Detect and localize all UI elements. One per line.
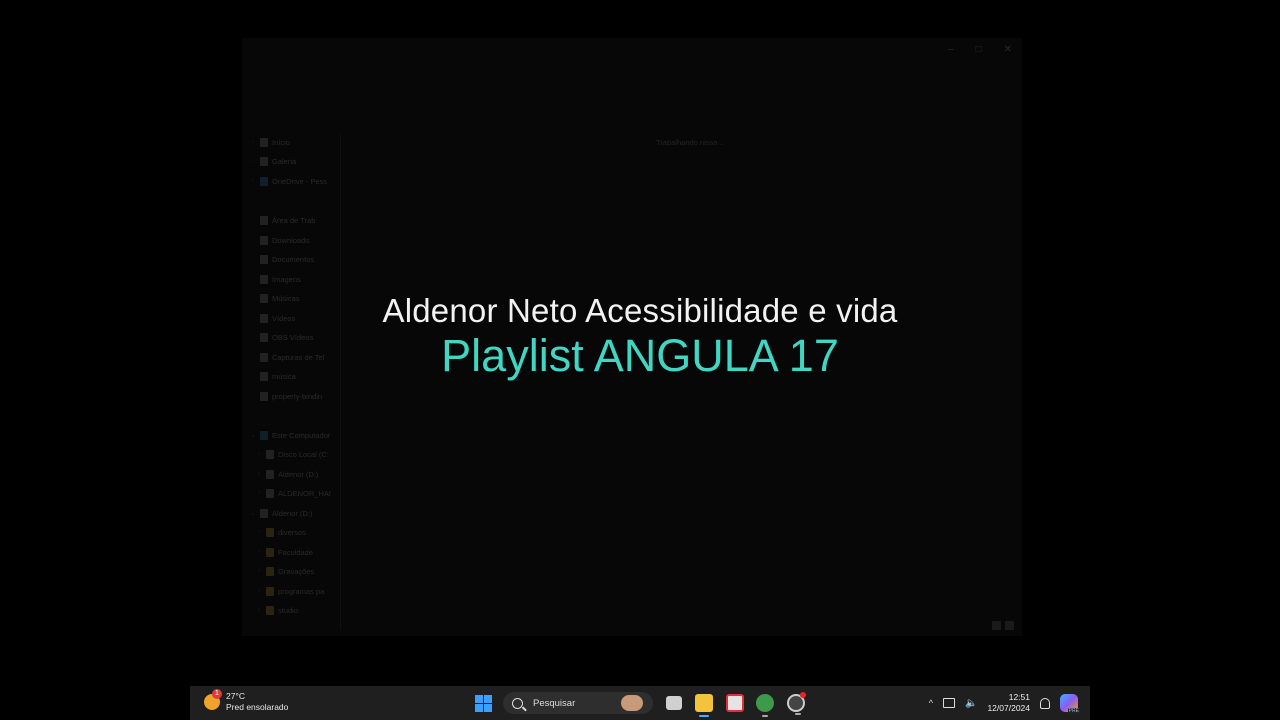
taskbar: 1 27°C Pred ensolarado Pesquisar ^ 🔈 12:… <box>190 686 1090 720</box>
download-icon <box>260 235 268 245</box>
document-app-icon[interactable] <box>726 694 744 712</box>
clock-time: 12:51 <box>1008 692 1030 702</box>
notification-badge: 1 <box>212 689 222 699</box>
weather-desc: Pred ensolarado <box>226 702 289 712</box>
window-controls: – □ ✕ <box>948 44 1012 55</box>
navigation-pane: › Início › Galeria › OneDrive - Pess Área d… <box>250 134 341 630</box>
maximize-button[interactable]: □ <box>976 44 982 55</box>
folder-icon <box>266 547 274 557</box>
nav-item-programas[interactable]: › programas pa <box>256 583 344 599</box>
desktop-icon <box>260 215 268 225</box>
folder-icon <box>266 527 274 537</box>
recording-dot-icon <box>800 692 806 698</box>
nav-item-downloads[interactable]: Downloads <box>250 232 338 248</box>
folder-icon <box>260 391 268 401</box>
search-placeholder: Pesquisar <box>533 697 576 709</box>
task-view-icon[interactable] <box>666 696 682 710</box>
folder-icon <box>266 566 274 576</box>
search-highlight-icon <box>621 695 643 711</box>
search-box[interactable]: Pesquisar <box>503 692 653 714</box>
nav-item-gravacoes[interactable]: › Gravações <box>256 563 344 579</box>
nav-item-faculdade[interactable]: › Faculdade <box>256 544 344 560</box>
clock-date: 12/07/2024 <box>987 703 1030 713</box>
cloud-icon <box>260 176 268 186</box>
chevron-up-icon[interactable]: ^ <box>929 698 933 708</box>
notification-bell-icon[interactable] <box>1040 697 1050 709</box>
home-icon <box>260 137 268 147</box>
volume-icon[interactable]: 🔈 <box>965 698 977 709</box>
tiles-view-icon[interactable] <box>1005 621 1014 630</box>
drive-icon <box>266 469 274 479</box>
start-button[interactable] <box>475 695 492 712</box>
chrome-icon[interactable] <box>756 694 774 717</box>
overlay-title: Aldenor Neto Acessibilidade e vida <box>382 292 898 329</box>
nav-item-onedrive[interactable]: › OneDrive - Pess <box>250 173 338 189</box>
view-toggle <box>992 621 1014 630</box>
nav-item-studio[interactable]: › studio <box>256 602 344 618</box>
image-icon <box>260 274 268 284</box>
loading-status: Trabalhando nisso... <box>656 138 724 147</box>
folder-icon <box>266 605 274 615</box>
drive-icon <box>266 488 274 498</box>
minimize-button[interactable]: – <box>948 44 954 55</box>
system-tray: ^ 🔈 12:51 12/07/2024 PRE <box>929 686 1080 720</box>
nav-item-imagens[interactable]: Imagens <box>250 271 338 287</box>
details-view-icon[interactable] <box>992 621 1001 630</box>
folder-icon <box>266 586 274 596</box>
nav-item-area-de-trabalho[interactable]: Área de Trab <box>250 212 338 228</box>
sun-icon: 1 <box>204 689 222 710</box>
document-icon <box>260 254 268 264</box>
gallery-icon <box>260 156 268 166</box>
weather-widget[interactable]: 1 27°C Pred ensolarado <box>204 689 289 713</box>
network-icon[interactable] <box>943 698 955 708</box>
weather-temp: 27°C <box>226 691 245 701</box>
drive-icon <box>260 508 268 518</box>
nav-item-galeria[interactable]: › Galeria <box>250 153 338 169</box>
nav-item-disco-local[interactable]: › Disco Local (C: <box>256 446 344 462</box>
copilot-badge: PRE <box>1067 708 1080 714</box>
computer-icon <box>260 430 268 440</box>
nav-item-aldenor-hai[interactable]: › ALDENOR_HAI <box>256 485 344 501</box>
file-explorer-icon[interactable] <box>695 694 713 717</box>
nav-item-este-computador[interactable]: ⌄ Este Computador <box>250 427 338 443</box>
overlay-subtitle: Playlist ANGULA 17 <box>441 330 839 381</box>
nav-item-diversos[interactable]: › diversos <box>256 524 344 540</box>
close-button[interactable]: ✕ <box>1004 44 1012 55</box>
drive-icon <box>266 449 274 459</box>
nav-item-inicio[interactable]: › Início <box>250 134 338 150</box>
copilot-icon[interactable]: PRE <box>1060 694 1080 714</box>
windows-logo-icon <box>475 695 483 703</box>
clock[interactable]: 12:51 12/07/2024 <box>987 692 1030 714</box>
nav-item-aldenor-d-root[interactable]: ⌄ Aldenor (D:) <box>250 505 338 521</box>
nav-item-aldenor-d[interactable]: › Aldenor (D:) <box>256 466 344 482</box>
nav-item-documentos[interactable]: Documentos <box>250 251 338 267</box>
search-icon <box>512 697 523 709</box>
nav-item-property-binding[interactable]: property-bindin <box>250 388 338 404</box>
